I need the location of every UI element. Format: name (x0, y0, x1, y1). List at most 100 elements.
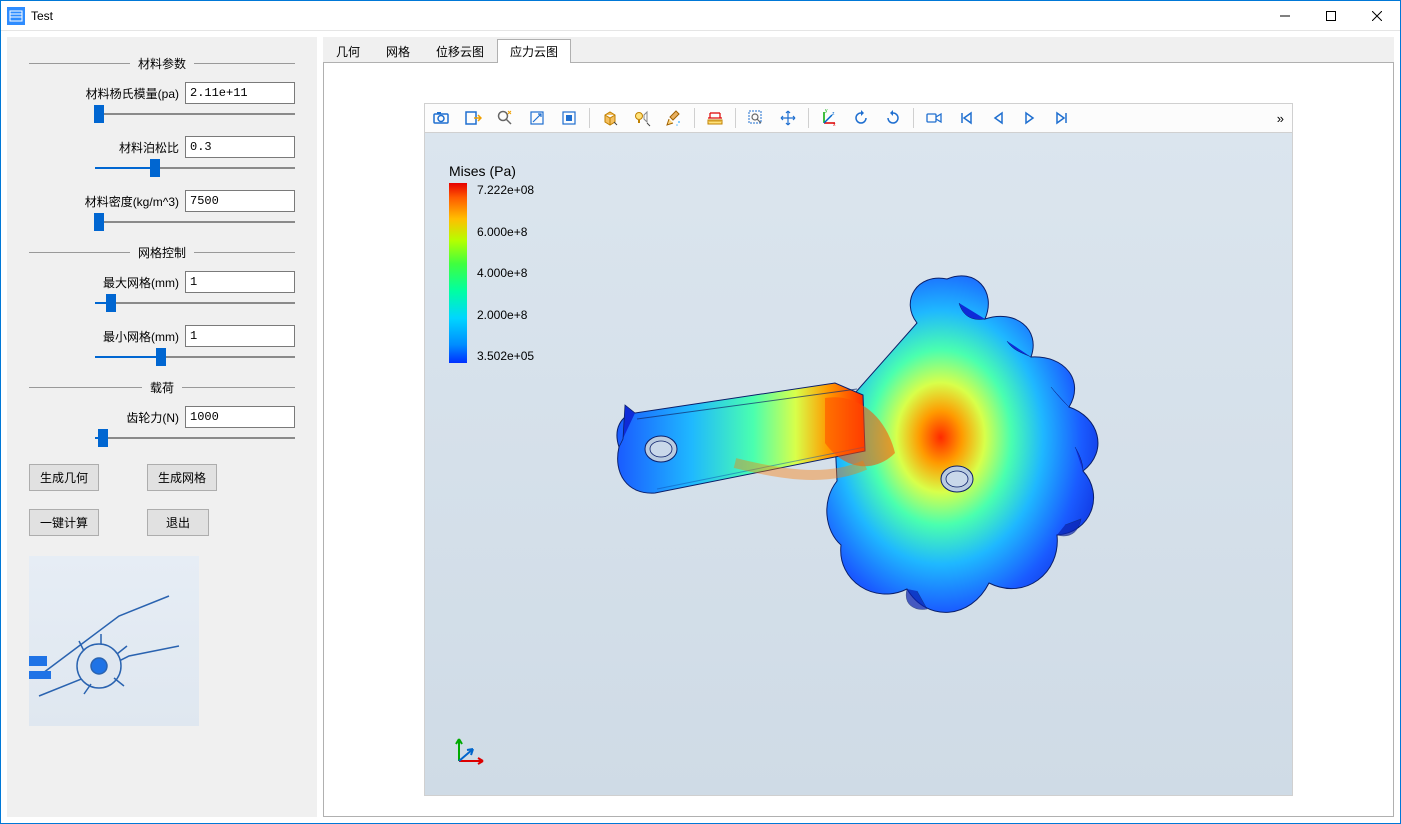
section-mesh-title: 网格控制 (130, 244, 194, 261)
svg-text:z: z (832, 111, 835, 117)
legend-tick: 4.000e+8 (477, 266, 534, 280)
toolbar-separator (694, 108, 695, 128)
field-force: 齿轮力(N) (29, 406, 295, 428)
section-load: 载荷 (29, 379, 295, 396)
fit-icon[interactable] (555, 105, 583, 131)
viewer-toolbar: y xz » (424, 103, 1293, 133)
export-icon[interactable] (459, 105, 487, 131)
section-material-title: 材料参数 (130, 55, 194, 72)
generate-mesh-button[interactable]: 生成网格 (147, 464, 217, 491)
tab-displacement[interactable]: 位移云图 (423, 39, 497, 63)
sidebar: 材料参数 材料杨氏模量(pa) 材料泊松比 (7, 37, 317, 817)
slider-thumb[interactable] (98, 429, 108, 447)
svg-text:x: x (833, 122, 836, 127)
min-mesh-input[interactable] (185, 325, 295, 347)
poisson-label: 材料泊松比 (119, 139, 179, 156)
legend-colorbar (449, 183, 467, 363)
legend-tick: 7.222e+08 (477, 183, 534, 197)
section-load-title: 载荷 (142, 379, 182, 396)
camera-icon[interactable] (427, 105, 455, 131)
force-label: 齿轮力(N) (126, 409, 179, 426)
rotate-cw-icon[interactable] (847, 105, 875, 131)
density-slider[interactable] (95, 214, 295, 230)
buttons-row-1: 生成几何 生成网格 (29, 464, 295, 491)
app-icon (7, 7, 25, 25)
legend-title: Mises (Pa) (449, 163, 534, 179)
geometry-preview (29, 556, 199, 726)
poisson-input[interactable] (185, 136, 295, 158)
legend-tick: 6.000e+8 (477, 225, 534, 239)
body: 材料参数 材料杨氏模量(pa) 材料泊松比 (1, 31, 1400, 823)
slider-thumb[interactable] (106, 294, 116, 312)
window-title: Test (31, 9, 53, 23)
tab-stress[interactable]: 应力云图 (497, 39, 571, 63)
legend-tick: 3.502e+05 (477, 349, 534, 363)
field-min-mesh: 最小网格(mm) (29, 325, 295, 347)
select-box-icon[interactable] (742, 105, 770, 131)
rotate-ccw-icon[interactable] (879, 105, 907, 131)
toolbar-separator (589, 108, 590, 128)
slider-thumb[interactable] (150, 159, 160, 177)
play-icon[interactable] (1016, 105, 1044, 131)
field-modulus: 材料杨氏模量(pa) (29, 82, 295, 104)
force-slider[interactable] (95, 430, 295, 446)
max-mesh-slider[interactable] (95, 295, 295, 311)
field-density: 材料密度(kg/m^3) (29, 190, 295, 212)
zoom-icon[interactable] (491, 105, 519, 131)
tab-geometry[interactable]: 几何 (323, 39, 373, 63)
max-mesh-label: 最大网格(mm) (103, 274, 179, 291)
legend-ticks: 7.222e+08 6.000e+8 4.000e+8 2.000e+8 3.5… (477, 183, 534, 363)
force-input[interactable] (185, 406, 295, 428)
main: 几何 网格 位移云图 应力云图 (323, 37, 1394, 817)
minimize-button[interactable] (1262, 1, 1308, 31)
titlebar: Test (1, 1, 1400, 31)
box-color-icon[interactable] (596, 105, 624, 131)
lightbulb-icon[interactable] (628, 105, 656, 131)
modulus-label: 材料杨氏模量(pa) (86, 85, 179, 102)
min-mesh-slider[interactable] (95, 349, 295, 365)
poisson-slider[interactable] (95, 160, 295, 176)
slider-thumb[interactable] (94, 213, 104, 231)
min-mesh-label: 最小网格(mm) (103, 328, 179, 345)
toolbar-separator (735, 108, 736, 128)
tabs: 几何 网格 位移云图 应力云图 (323, 37, 1394, 63)
record-icon[interactable] (920, 105, 948, 131)
viewer-canvas[interactable]: Mises (Pa) 7.222e+08 6.000e+8 4.000e+8 2… (424, 133, 1293, 796)
app-window: Test 材料参数 材料杨氏模量(pa) (0, 0, 1401, 824)
compute-button[interactable]: 一键计算 (29, 509, 99, 536)
section-mesh: 网格控制 (29, 244, 295, 261)
fea-model (575, 233, 1135, 653)
close-button[interactable] (1354, 1, 1400, 31)
generate-geometry-button[interactable]: 生成几何 (29, 464, 99, 491)
section-material: 材料参数 (29, 55, 295, 72)
toolbar-separator (808, 108, 809, 128)
density-label: 材料密度(kg/m^3) (85, 193, 179, 210)
field-poisson: 材料泊松比 (29, 136, 295, 158)
clean-icon[interactable] (660, 105, 688, 131)
toolbar-overflow[interactable]: » (1271, 111, 1290, 126)
modulus-slider[interactable] (95, 106, 295, 122)
axes-icon[interactable]: y xz (815, 105, 843, 131)
legend-tick: 2.000e+8 (477, 308, 534, 322)
tab-mesh[interactable]: 网格 (373, 39, 423, 63)
slider-thumb[interactable] (94, 105, 104, 123)
coordinate-triad-icon (449, 731, 489, 771)
buttons-row-2: 一键计算 退出 (29, 509, 295, 536)
move-icon[interactable] (774, 105, 802, 131)
exit-button[interactable]: 退出 (147, 509, 209, 536)
first-icon[interactable] (952, 105, 980, 131)
color-legend: Mises (Pa) 7.222e+08 6.000e+8 4.000e+8 2… (449, 163, 534, 363)
next-icon[interactable] (1048, 105, 1076, 131)
maximize-button[interactable] (1308, 1, 1354, 31)
modulus-input[interactable] (185, 82, 295, 104)
ruler-icon[interactable] (701, 105, 729, 131)
max-mesh-input[interactable] (185, 271, 295, 293)
viewer: y xz » Mises (Pa) (323, 62, 1394, 817)
slider-thumb[interactable] (156, 348, 166, 366)
field-max-mesh: 最大网格(mm) (29, 271, 295, 293)
svg-text:y: y (825, 109, 828, 114)
resize-icon[interactable] (523, 105, 551, 131)
prev-icon[interactable] (984, 105, 1012, 131)
toolbar-separator (913, 108, 914, 128)
density-input[interactable] (185, 190, 295, 212)
